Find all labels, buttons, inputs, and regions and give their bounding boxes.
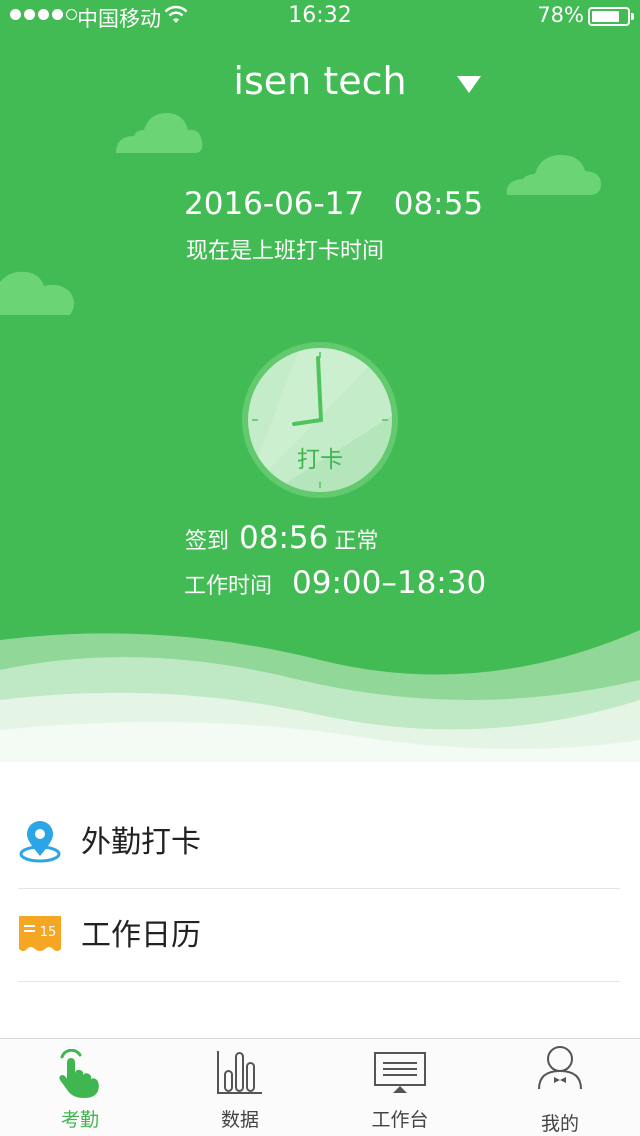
cloud-decoration (0, 271, 74, 315)
wave-decoration (0, 630, 640, 762)
tab-label: 工作台 (371, 1109, 429, 1131)
tab-label: 考勤 (60, 1109, 99, 1131)
checkin-label: 签到 (185, 529, 230, 554)
menu-item-field-punch[interactable]: 外勤打卡 (18, 796, 620, 889)
company-name: isen tech (233, 59, 407, 103)
work-hours-value: 09:00–18:30 (292, 565, 487, 601)
battery-level-fill (592, 11, 619, 22)
status-bar: 中国移动 16:32 78% (0, 0, 640, 32)
menu-item-label: 外勤打卡 (81, 825, 201, 860)
punch-button-label: 打卡 (297, 447, 343, 473)
bottom-tab-bar: 考勤 数据 工作台 我的 (0, 1038, 640, 1136)
checkin-record: 签到 08:56 正常 (185, 520, 378, 556)
current-datetime: 2016-06-17 08:55 (184, 186, 483, 222)
checkin-time: 08:56 (239, 520, 329, 556)
checkin-status: 正常 (334, 529, 379, 554)
function-menu: 外勤打卡 15 工作日历 (0, 796, 640, 982)
location-pin-icon (19, 821, 61, 863)
menu-item-label: 工作日历 (81, 918, 201, 953)
work-hours: 工作时间 09:00–18:30 (184, 565, 486, 601)
battery-percentage: 78% (537, 3, 584, 27)
hand-tap-icon (59, 1049, 99, 1098)
bar-chart-icon (217, 1051, 262, 1094)
tab-mine[interactable]: 我的 (480, 1039, 640, 1136)
punch-clock-button[interactable]: 打卡 (242, 342, 398, 498)
attendance-header-panel: 中国移动 16:32 78% isen tech 2016-06-17 08:5… (0, 0, 640, 762)
tab-attendance[interactable]: 考勤 (0, 1039, 160, 1136)
tab-workbench[interactable]: 工作台 (320, 1039, 480, 1136)
user-icon (538, 1046, 582, 1090)
caret-down-icon[interactable] (457, 76, 481, 93)
battery-icon (588, 7, 634, 26)
cloud-decoration (506, 154, 601, 195)
attendance-screen: 中国移动 16:32 78% isen tech 2016-06-17 08:5… (0, 0, 640, 1136)
current-date: 2016-06-17 (184, 186, 365, 222)
tab-label: 我的 (540, 1113, 579, 1135)
work-hours-label: 工作时间 (184, 574, 273, 599)
current-time: 08:55 (393, 186, 484, 222)
calendar-icon-day: 15 (40, 925, 57, 940)
calendar-icon: 15 (19, 916, 61, 951)
cloud-decoration (116, 112, 203, 153)
tab-label: 数据 (220, 1109, 259, 1131)
company-selector[interactable]: isen tech (0, 56, 640, 106)
monitor-icon (374, 1052, 426, 1093)
menu-item-work-calendar[interactable]: 15 工作日历 (18, 889, 620, 982)
punch-prompt: 现在是上班打卡时间 (186, 239, 385, 264)
clock-icon (242, 342, 398, 498)
tab-data[interactable]: 数据 (160, 1039, 320, 1136)
